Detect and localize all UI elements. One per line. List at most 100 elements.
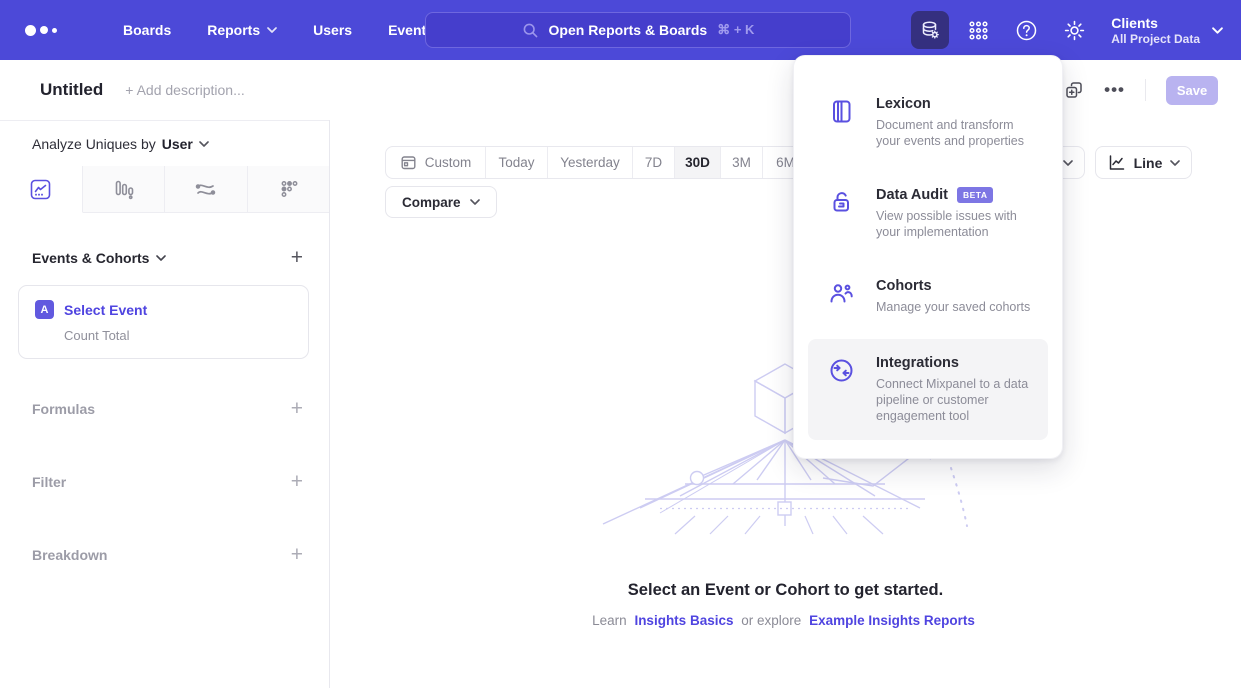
events-cohorts-header: Events & Cohorts + [32,247,303,268]
menu-item-cohorts[interactable]: Cohorts Manage your saved cohorts [794,264,1062,329]
date-range-3m[interactable]: 3M [721,147,763,178]
mixpanel-logo[interactable] [25,25,75,36]
chevron-down-icon [156,255,166,261]
filter-section: Filter + [32,471,303,492]
data-management-menu: Lexicon Document and transform your even… [793,55,1063,459]
empty-state-title: Select an Event or Cohort to get started… [330,581,1241,600]
beta-badge: BETA [957,187,994,203]
apps-grid-icon [967,19,990,42]
report-actions: ••• Save [1064,60,1218,120]
menu-item-integrations[interactable]: Integrations Connect Mixpanel to a data … [808,339,1048,440]
formulas-section: Formulas + [32,398,303,419]
bar-chart-tab-icon [112,178,135,201]
breakdown-section: Breakdown + [32,544,303,565]
chevron-down-icon [470,199,480,205]
help-icon [1015,19,1038,42]
divider [1145,79,1146,101]
menu-item-title: Lexicon [876,96,931,112]
nav-reports-label: Reports [207,22,260,38]
help-button[interactable] [1007,11,1045,49]
date-range-label: Yesterday [560,155,620,170]
date-range-label: Today [498,155,534,170]
analyze-label: Analyze Uniques by [32,136,156,152]
tab-bar-chart[interactable] [83,166,166,212]
database-gear-icon [918,18,942,42]
dots-grid-tab-icon [277,178,300,201]
formulas-label: Formulas [32,401,95,417]
date-range-custom[interactable]: Custom [386,147,486,178]
tab-flow[interactable] [165,166,248,212]
apps-grid-button[interactable] [959,11,997,49]
date-range-30d[interactable]: 30D [675,147,721,178]
hint-prefix: Learn [592,613,627,628]
tab-line-chart[interactable] [0,166,83,213]
menu-item-desc: Document and transform your events and p… [876,117,1040,149]
menu-item-data-audit[interactable]: Data Audit BETA View possible issues wit… [794,173,1062,264]
chevron-down-icon [267,27,277,33]
compare-dropdown[interactable]: Compare [385,186,497,218]
copy-to-board-button[interactable] [1064,80,1084,100]
insights-basics-link[interactable]: Insights Basics [634,613,733,628]
filter-label: Filter [32,474,66,490]
project-scope: All Project Data [1111,32,1200,47]
date-range-label: 30D [685,155,710,170]
chevron-down-icon [1063,160,1073,166]
events-cohorts-label: Events & Cohorts [32,250,149,266]
search-icon [522,22,539,39]
cohorts-people-icon [828,280,855,307]
date-range-7d[interactable]: 7D [633,147,675,178]
tab-retention[interactable] [248,166,330,212]
example-reports-link[interactable]: Example Insights Reports [809,613,975,628]
chart-type-label: Line [1134,155,1163,171]
events-cohorts-toggle[interactable]: Events & Cohorts [32,250,166,266]
event-letter-badge: A [35,300,54,319]
chart-type-tabs [0,166,329,213]
add-breakdown-button[interactable]: + [291,544,303,565]
menu-item-title: Data Audit [876,187,948,203]
chart-type-dropdown[interactable]: Line [1095,146,1192,179]
save-button[interactable]: Save [1166,76,1218,105]
date-range-label: 7D [645,155,662,170]
event-card[interactable]: A Select Event Count Total [18,285,309,359]
more-options-button[interactable]: ••• [1104,80,1125,100]
menu-item-title: Integrations [876,355,959,371]
global-search[interactable]: Open Reports & Boards ⌘ + K [425,12,851,48]
report-description-placeholder[interactable]: + Add description... [125,82,244,98]
empty-state-hint: Learn Insights Basics or explore Example… [330,613,1241,628]
nav-users-label: Users [313,22,352,38]
event-metric[interactable]: Count Total [64,328,292,343]
flow-tab-icon [194,178,217,201]
add-event-button[interactable]: + [291,247,303,268]
select-event-label[interactable]: Select Event [64,302,147,318]
report-title[interactable]: Untitled [40,80,103,100]
project-selector[interactable]: Clients All Project Data [1111,14,1223,47]
chevron-down-icon [1170,160,1180,166]
add-formula-button[interactable]: + [291,398,303,419]
nav-users[interactable]: Users [299,14,366,46]
menu-item-desc: Connect Mixpanel to a data pipeline or c… [876,376,1040,424]
date-range-label: 3M [732,155,751,170]
query-sidebar: Analyze Uniques by User [0,120,330,688]
search-placeholder: Open Reports & Boards [549,22,708,38]
search-shortcut: ⌘ + K [717,22,754,38]
date-range-label: Custom [425,155,472,170]
add-filter-button[interactable]: + [291,471,303,492]
menu-item-desc: Manage your saved cohorts [876,299,1040,315]
chevron-down-icon [1212,27,1223,34]
settings-button[interactable] [1055,11,1093,49]
analyze-value-dropdown[interactable]: User [162,136,209,152]
duplicate-plus-icon [1064,80,1084,100]
top-navbar: Boards Reports Users Events Open Reports… [0,0,1241,60]
date-range-yesterday[interactable]: Yesterday [548,147,633,178]
nav-boards-label: Boards [123,22,171,38]
menu-item-lexicon[interactable]: Lexicon Document and transform your even… [794,82,1062,173]
nav-boards[interactable]: Boards [109,14,185,46]
data-audit-icon [828,189,855,216]
date-range-today[interactable]: Today [486,147,548,178]
nav-reports[interactable]: Reports [193,14,291,46]
gear-icon [1063,19,1086,42]
data-management-button[interactable] [911,11,949,49]
primary-nav: Boards Reports Users Events [109,14,448,46]
hint-middle: or explore [741,613,801,628]
navbar-right: Clients All Project Data [911,0,1223,60]
